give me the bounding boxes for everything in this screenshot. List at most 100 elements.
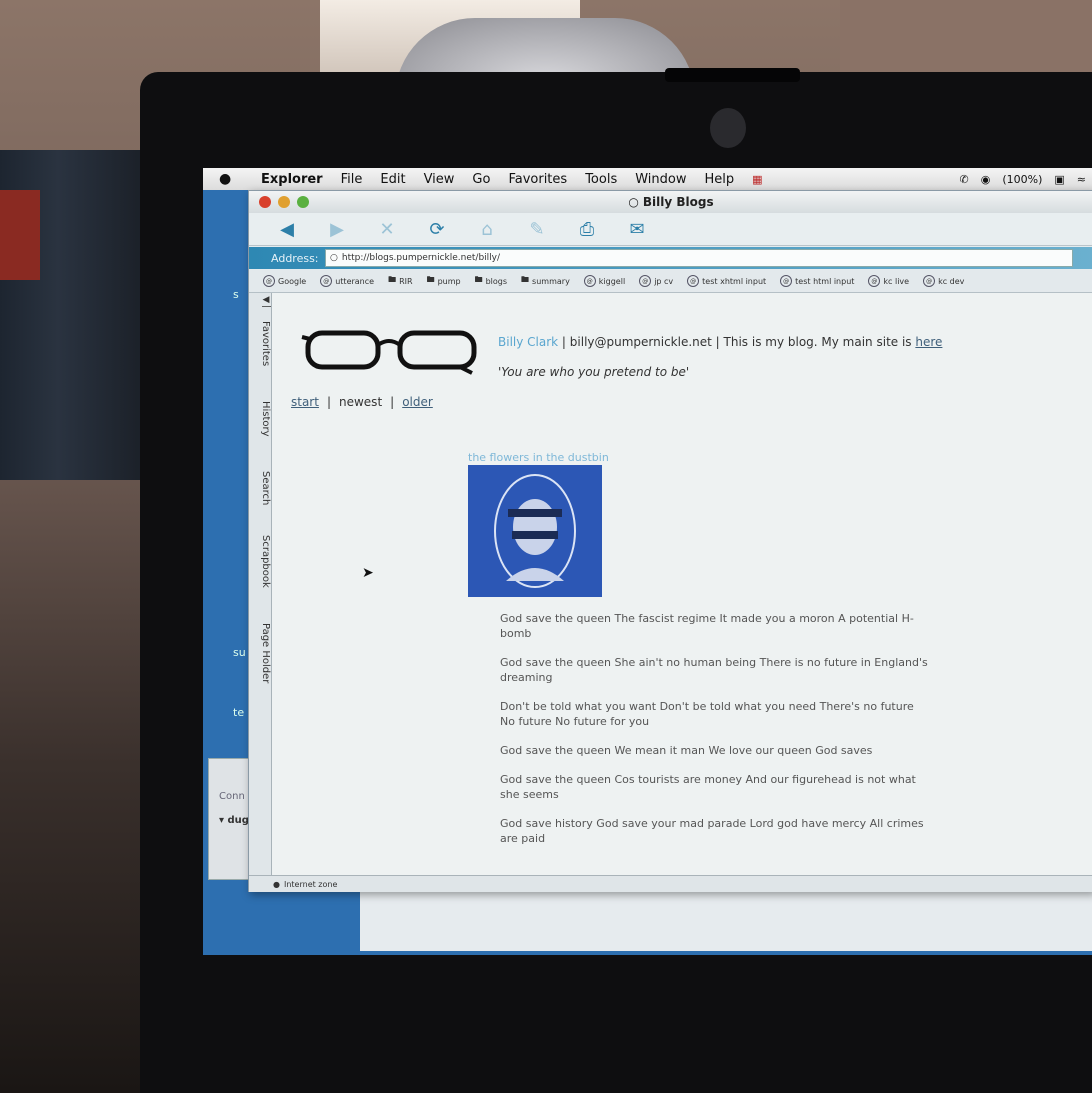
- lyric-paragraph: God save history God save your mad parad…: [500, 817, 924, 845]
- screen: ● Explorer File Edit View Go Favorites T…: [203, 168, 1092, 955]
- folder-icon: 🖿: [474, 275, 483, 284]
- favorite-label: kc dev: [938, 276, 965, 286]
- home-button[interactable]: ⌂: [475, 219, 499, 240]
- apple-logo-icon: [710, 108, 746, 148]
- menu-extras: ✆ ◉ (100%) ▣ ≈: [960, 168, 1092, 190]
- menu-explorer[interactable]: Explorer: [261, 172, 323, 187]
- favorite-label: test html input: [795, 276, 855, 286]
- favorite-item[interactable]: @ test xhtml input: [687, 275, 766, 287]
- browser-window: ○ Billy Blogs ◀ ▶ ✕ ⟳ ⌂ ✎ ⎙ ✉ Address: ○…: [248, 190, 1092, 892]
- close-button[interactable]: [259, 196, 271, 208]
- globe-icon: ○: [628, 195, 639, 209]
- favorite-folder[interactable]: 🖿 pump: [427, 274, 461, 288]
- battery-status[interactable]: (100%): [1002, 173, 1042, 186]
- separator: |: [390, 395, 395, 409]
- favorite-item[interactable]: @ utterance: [320, 275, 374, 287]
- favorites-bar: @ Google @ utterance 🖿 RIR 🖿 pump 🖿 blogs 🖿 su…: [249, 270, 1092, 293]
- email[interactable]: billy@pumpernickle.net: [570, 335, 712, 349]
- menu-favorites[interactable]: Favorites: [508, 172, 567, 187]
- tab-history[interactable]: History: [249, 401, 271, 437]
- wifi-icon[interactable]: ≈: [1077, 173, 1086, 186]
- menu-tools[interactable]: Tools: [585, 172, 617, 187]
- globe-icon: @: [263, 275, 275, 287]
- favorite-item[interactable]: @ Google: [263, 275, 306, 287]
- favorite-folder[interactable]: 🖿 RIR: [388, 274, 412, 288]
- menu-file[interactable]: File: [341, 172, 363, 187]
- favorite-item[interactable]: @ test html input: [780, 275, 854, 287]
- explorer-bar-tabs: ◀| Favorites History Search Scrapbook Pa…: [249, 293, 272, 875]
- here-link[interactable]: here: [915, 335, 942, 349]
- phone-icon[interactable]: ✆: [960, 173, 969, 186]
- start-link[interactable]: start: [291, 395, 319, 409]
- separator: |: [326, 395, 331, 409]
- display-icon[interactable]: ▣: [1054, 173, 1064, 186]
- globe-icon: @: [583, 275, 596, 287]
- forward-button[interactable]: ▶: [325, 219, 349, 240]
- page-content: Billy Clark | billy@pumpernickle.net | T…: [272, 293, 1092, 875]
- menu-bar: ● Explorer File Edit View Go Favorites T…: [203, 168, 1092, 190]
- tab-page-holder[interactable]: Page Holder: [249, 623, 271, 683]
- favorite-label: test xhtml input: [702, 276, 767, 286]
- folder-icon: 🖿: [388, 275, 397, 284]
- globe-icon: ○: [330, 253, 338, 263]
- globe-icon: @: [639, 275, 652, 287]
- apple-menu-icon[interactable]: ●: [219, 171, 241, 187]
- favorite-folder[interactable]: 🖿 blogs: [475, 274, 507, 288]
- favorite-label: jp cv: [654, 276, 674, 286]
- book-spine: [0, 190, 40, 280]
- lyric-paragraph: God save the queen She ain't no human be…: [500, 656, 928, 684]
- background-window-bottom[interactable]: [360, 890, 1092, 951]
- post-title[interactable]: the flowers in the dustbin: [468, 451, 609, 464]
- favorite-label: kc live: [883, 276, 910, 286]
- zoom-button[interactable]: [297, 196, 309, 208]
- print-button[interactable]: ⎙: [575, 219, 599, 240]
- folder-icon: 🖿: [521, 275, 530, 284]
- laptop-latch: [665, 68, 800, 82]
- favorite-item[interactable]: @ jp cv: [639, 275, 673, 287]
- lyric-paragraph: God save the queen We mean it man We lov…: [500, 744, 873, 757]
- collapse-arrow-icon[interactable]: ◀|: [249, 295, 271, 308]
- tagline: 'You are who you pretend to be': [498, 365, 690, 379]
- album-cover-image: [468, 465, 602, 597]
- favorite-label: summary: [532, 276, 570, 286]
- refresh-button[interactable]: ⟳: [425, 219, 449, 240]
- byline: Billy Clark | billy@pumpernickle.net | T…: [498, 335, 942, 349]
- folder-icon: 🖿: [426, 275, 435, 284]
- globe-icon: @: [320, 275, 333, 287]
- favorite-label: utterance: [335, 276, 375, 286]
- menu-edit[interactable]: Edit: [380, 172, 405, 187]
- cd-icon[interactable]: ◉: [981, 173, 991, 186]
- favorite-item[interactable]: @ kc dev: [923, 275, 964, 287]
- url-input[interactable]: ○ http://blogs.pumpernickle.net/billy/: [325, 249, 1073, 267]
- desktop-fragment: s: [233, 288, 239, 301]
- globe-icon: @: [923, 275, 936, 287]
- author-name[interactable]: Billy Clark: [498, 335, 558, 349]
- window-title: Billy Blogs: [642, 195, 714, 209]
- tab-scrapbook[interactable]: Scrapbook: [249, 535, 271, 588]
- menu-window[interactable]: Window: [635, 172, 686, 187]
- favorite-label: kiggell: [598, 276, 626, 286]
- favorite-item[interactable]: @ kc live: [868, 275, 909, 287]
- stop-button[interactable]: ✕: [375, 219, 399, 240]
- lyric-paragraph: God save the queen The fascist regime It…: [500, 612, 914, 640]
- background-window-text: Conn: [219, 791, 245, 802]
- menu-help[interactable]: Help: [704, 172, 734, 187]
- address-label: Address:: [271, 251, 319, 265]
- mail-button[interactable]: ✉: [625, 219, 649, 240]
- byline-text: | This is my blog. My main site is: [711, 335, 916, 349]
- favorite-folder[interactable]: 🖿 summary: [521, 274, 570, 288]
- autofill-button[interactable]: ✎: [525, 219, 549, 240]
- back-button[interactable]: ◀: [275, 219, 299, 240]
- older-link[interactable]: older: [402, 395, 433, 409]
- tab-favorites[interactable]: Favorites: [249, 321, 271, 366]
- globe-icon: ●: [273, 879, 280, 889]
- globe-icon: @: [780, 275, 793, 287]
- favorite-item[interactable]: @ kiggell: [583, 275, 626, 287]
- favorite-label: blogs: [485, 276, 508, 286]
- title-bar[interactable]: ○ Billy Blogs: [249, 191, 1092, 213]
- menu-go[interactable]: Go: [472, 172, 490, 187]
- flag-icon[interactable]: ▦: [752, 173, 762, 186]
- menu-view[interactable]: View: [424, 172, 455, 187]
- tab-search[interactable]: Search: [249, 471, 271, 505]
- minimize-button[interactable]: [278, 196, 290, 208]
